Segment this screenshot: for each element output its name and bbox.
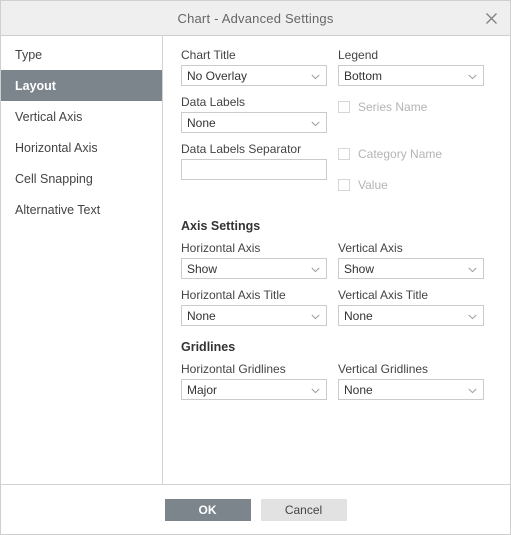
vertical-axis-value: Show: [344, 261, 375, 276]
chevron-down-icon: [468, 383, 477, 397]
chart-title-value: No Overlay: [187, 68, 248, 83]
chart-title-field-group: Chart Title No Overlay: [181, 48, 327, 86]
legend-value: Bottom: [344, 68, 383, 83]
data-labels-checkbox-group: Series Name: [338, 95, 484, 133]
vertical-gridlines-value: None: [344, 382, 373, 397]
legend-field-group: Legend Bottom: [338, 48, 484, 86]
chart-title-select[interactable]: No Overlay: [181, 65, 327, 86]
sidebar-item-vertical-axis[interactable]: Vertical Axis: [1, 101, 162, 132]
vertical-axis-title-label: Vertical Axis Title: [338, 288, 429, 302]
value-label: Value: [358, 178, 388, 192]
chart-title-label: Chart Title: [181, 48, 236, 62]
chart-advanced-settings-dialog: Chart - Advanced Settings Type Layout Ve…: [0, 0, 511, 535]
series-name-label: Series Name: [358, 100, 428, 114]
horizontal-axis-field-group: Horizontal Axis Show: [181, 241, 327, 279]
horizontal-axis-title-value: None: [187, 308, 216, 323]
sidebar-item-label: Alternative Text: [15, 202, 101, 217]
horizontal-gridlines-select[interactable]: Major: [181, 379, 327, 400]
horizontal-gridlines-value: Major: [187, 382, 218, 397]
vertical-axis-field-group: Vertical Axis Show: [338, 241, 484, 279]
checkbox-unchecked-icon[interactable]: [338, 101, 350, 113]
chevron-down-icon: [311, 383, 320, 397]
vertical-axis-title-field-group: Vertical Axis Title None: [338, 288, 484, 326]
vertical-gridlines-select[interactable]: None: [338, 379, 484, 400]
horizontal-axis-title-label: Horizontal Axis Title: [181, 288, 286, 302]
close-icon[interactable]: [478, 5, 504, 31]
dialog-title: Chart - Advanced Settings: [177, 10, 334, 26]
horizontal-axis-label: Horizontal Axis: [181, 241, 261, 255]
vertical-axis-select[interactable]: Show: [338, 258, 484, 279]
data-labels-row: Data Labels None Series Name: [181, 95, 510, 133]
sidebar-item-label: Type: [15, 47, 43, 62]
data-labels-separator-label: Data Labels Separator: [181, 142, 302, 156]
axis-title-row: Horizontal Axis Title None Vertical Axis…: [181, 288, 510, 326]
legend-label: Legend: [338, 48, 379, 62]
dialog-titlebar: Chart - Advanced Settings: [1, 1, 510, 36]
gridlines-heading: Gridlines: [181, 340, 236, 354]
horizontal-gridlines-field-group: Horizontal Gridlines Major: [181, 362, 327, 400]
vertical-axis-title-select[interactable]: None: [338, 305, 484, 326]
horizontal-axis-title-field-group: Horizontal Axis Title None: [181, 288, 327, 326]
chevron-down-icon: [311, 262, 320, 276]
gridlines-row: Horizontal Gridlines Major Vertical Grid…: [181, 362, 510, 400]
chevron-down-icon: [468, 262, 477, 276]
legend-select[interactable]: Bottom: [338, 65, 484, 86]
data-labels-checkbox-group-2: Category Name Value: [338, 142, 484, 205]
checkbox-unchecked-icon[interactable]: [338, 179, 350, 191]
checkbox-unchecked-icon[interactable]: [338, 148, 350, 160]
data-labels-separator-input[interactable]: [181, 159, 327, 180]
data-labels-value: None: [187, 115, 216, 130]
vertical-axis-label: Vertical Axis: [338, 241, 403, 255]
chevron-down-icon: [468, 309, 477, 323]
sidebar-item-label: Layout: [15, 78, 56, 93]
vertical-axis-title-value: None: [344, 308, 373, 323]
dialog-footer: OK Cancel: [1, 485, 510, 534]
series-name-checkbox-row[interactable]: Series Name: [338, 96, 484, 118]
axis-settings-heading: Axis Settings: [181, 219, 261, 233]
chevron-down-icon: [311, 309, 320, 323]
sidebar-item-layout[interactable]: Layout: [1, 70, 162, 101]
vertical-gridlines-field-group: Vertical Gridlines None: [338, 362, 484, 400]
sidebar-item-type[interactable]: Type: [1, 39, 162, 70]
data-labels-select[interactable]: None: [181, 112, 327, 133]
data-labels-separator-field-group: Data Labels Separator: [181, 142, 327, 205]
category-name-label: Category Name: [358, 147, 443, 161]
category-name-checkbox-row[interactable]: Category Name: [338, 143, 484, 165]
sidebar-item-label: Horizontal Axis: [15, 140, 98, 155]
sidebar-item-label: Vertical Axis: [15, 109, 83, 124]
horizontal-axis-value: Show: [187, 261, 218, 276]
chevron-down-icon: [311, 116, 320, 130]
vertical-gridlines-label: Vertical Gridlines: [338, 362, 429, 376]
sidebar-item-alternative-text[interactable]: Alternative Text: [1, 194, 162, 225]
chart-title-legend-row: Chart Title No Overlay Legend Bottom: [181, 48, 510, 86]
ok-button[interactable]: OK: [164, 498, 251, 521]
horizontal-axis-select[interactable]: Show: [181, 258, 327, 279]
data-labels-separator-row: Data Labels Separator Category Name Valu…: [181, 142, 510, 205]
chevron-down-icon: [311, 69, 320, 83]
layout-settings-panel: Chart Title No Overlay Legend Bottom Dat…: [163, 36, 510, 484]
data-labels-label: Data Labels: [181, 95, 246, 109]
sidebar-item-label: Cell Snapping: [15, 171, 93, 186]
dialog-body: Type Layout Vertical Axis Horizontal Axi…: [1, 36, 510, 485]
axis-visibility-row: Horizontal Axis Show Vertical Axis Show: [181, 241, 510, 279]
horizontal-gridlines-label: Horizontal Gridlines: [181, 362, 286, 376]
settings-sidebar: Type Layout Vertical Axis Horizontal Axi…: [1, 36, 163, 484]
data-labels-field-group: Data Labels None: [181, 95, 327, 133]
horizontal-axis-title-select[interactable]: None: [181, 305, 327, 326]
value-checkbox-row[interactable]: Value: [338, 174, 484, 196]
sidebar-item-cell-snapping[interactable]: Cell Snapping: [1, 163, 162, 194]
chevron-down-icon: [468, 69, 477, 83]
cancel-button[interactable]: Cancel: [260, 498, 347, 521]
sidebar-item-horizontal-axis[interactable]: Horizontal Axis: [1, 132, 162, 163]
